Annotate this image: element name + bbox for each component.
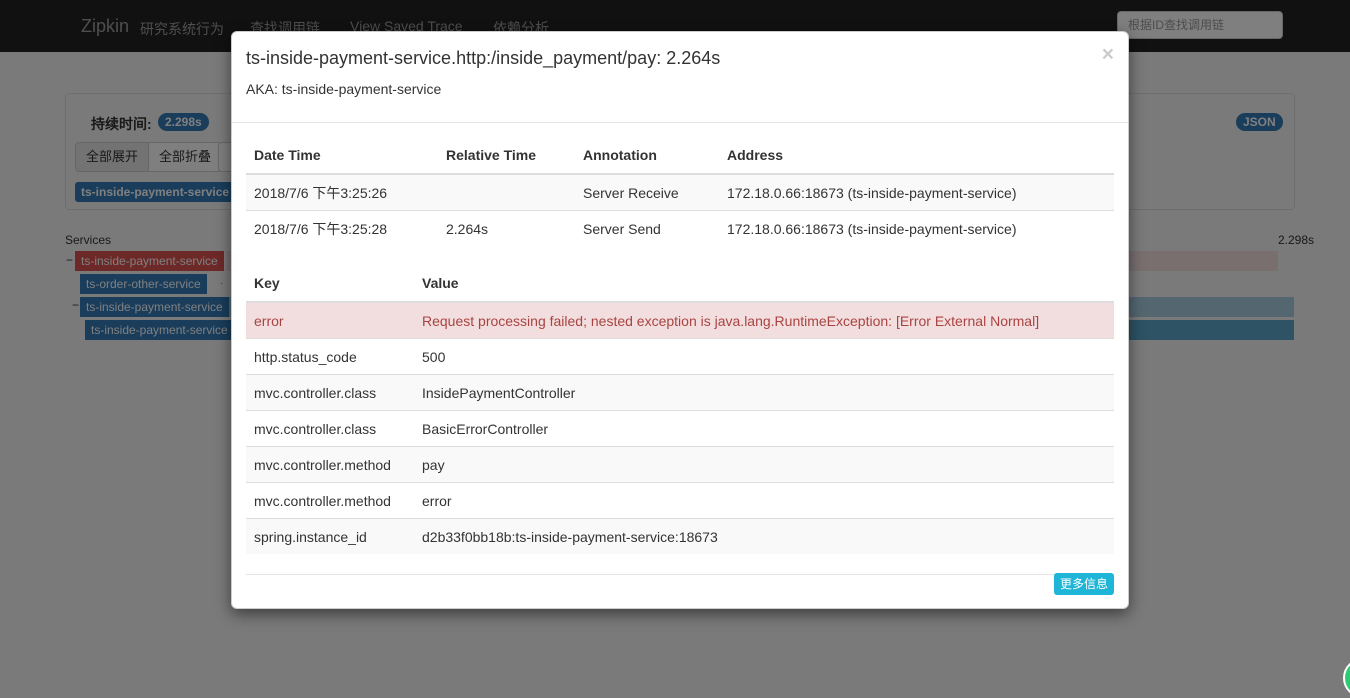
table-row: mvc.controller.method pay	[246, 446, 1114, 483]
cell-address: 172.18.0.66:18673 (ts-inside-payment-ser…	[719, 173, 1114, 211]
cell-value: pay	[414, 446, 1114, 483]
aka-label: AKA:	[246, 81, 278, 97]
cell-relative-time: 2.264s	[438, 210, 575, 246]
table-row-error: error Request processing failed; nested …	[246, 301, 1114, 339]
column-header-key: Key	[246, 265, 414, 303]
more-info-button[interactable]: 更多信息	[1053, 573, 1114, 595]
column-header-annotation: Annotation	[575, 137, 719, 175]
cell-value: d2b33f0bb18b:ts-inside-payment-service:1…	[414, 518, 1114, 554]
column-header-address: Address	[719, 137, 1114, 175]
cell-value: Request processing failed; nested except…	[414, 301, 1114, 339]
table-row: spring.instance_id d2b33f0bb18b:ts-insid…	[246, 518, 1114, 554]
table-row: mvc.controller.class BasicErrorControlle…	[246, 410, 1114, 447]
cell-date-time: 2018/7/6 下午3:25:26	[246, 173, 438, 211]
cell-annotation: Server Receive	[575, 173, 719, 211]
cell-address: 172.18.0.66:18673 (ts-inside-payment-ser…	[719, 210, 1114, 246]
cell-annotation: Server Send	[575, 210, 719, 246]
table-row: 2018/7/6 下午3:25:28 2.264s Server Send 17…	[246, 210, 1114, 246]
cell-key: mvc.controller.method	[246, 446, 414, 483]
cell-key: http.status_code	[246, 338, 414, 375]
cell-key: mvc.controller.class	[246, 374, 414, 411]
modal-aka: AKA: ts-inside-payment-service	[246, 81, 441, 97]
cell-key: mvc.controller.class	[246, 410, 414, 447]
cell-value: 500	[414, 338, 1114, 375]
modal-header: ts-inside-payment-service.http:/inside_p…	[232, 32, 1128, 123]
column-header-relative-time: Relative Time	[438, 137, 575, 175]
cell-relative-time	[438, 173, 575, 211]
span-detail-modal: ts-inside-payment-service.http:/inside_p…	[231, 31, 1129, 609]
column-header-date-time: Date Time	[246, 137, 438, 175]
cell-value: error	[414, 482, 1114, 519]
tags-table: Key Value error Request processing faile…	[246, 265, 1114, 554]
cell-key: spring.instance_id	[246, 518, 414, 554]
modal-footer-divider	[246, 574, 1114, 575]
cell-key: error	[246, 301, 414, 339]
cell-value: BasicErrorController	[414, 410, 1114, 447]
table-row: mvc.controller.class InsidePaymentContro…	[246, 374, 1114, 411]
table-row: mvc.controller.method error	[246, 482, 1114, 519]
cell-key: mvc.controller.method	[246, 482, 414, 519]
close-icon[interactable]: ×	[1102, 44, 1114, 65]
cell-date-time: 2018/7/6 下午3:25:28	[246, 210, 438, 246]
table-row: http.status_code 500	[246, 338, 1114, 375]
modal-title: ts-inside-payment-service.http:/inside_p…	[246, 48, 721, 68]
aka-value: ts-inside-payment-service	[281, 81, 442, 97]
table-row: 2018/7/6 下午3:25:26 Server Receive 172.18…	[246, 173, 1114, 211]
cell-value: InsidePaymentController	[414, 374, 1114, 411]
annotations-table: Date Time Relative Time Annotation Addre…	[246, 137, 1114, 246]
column-header-value: Value	[414, 265, 1114, 303]
